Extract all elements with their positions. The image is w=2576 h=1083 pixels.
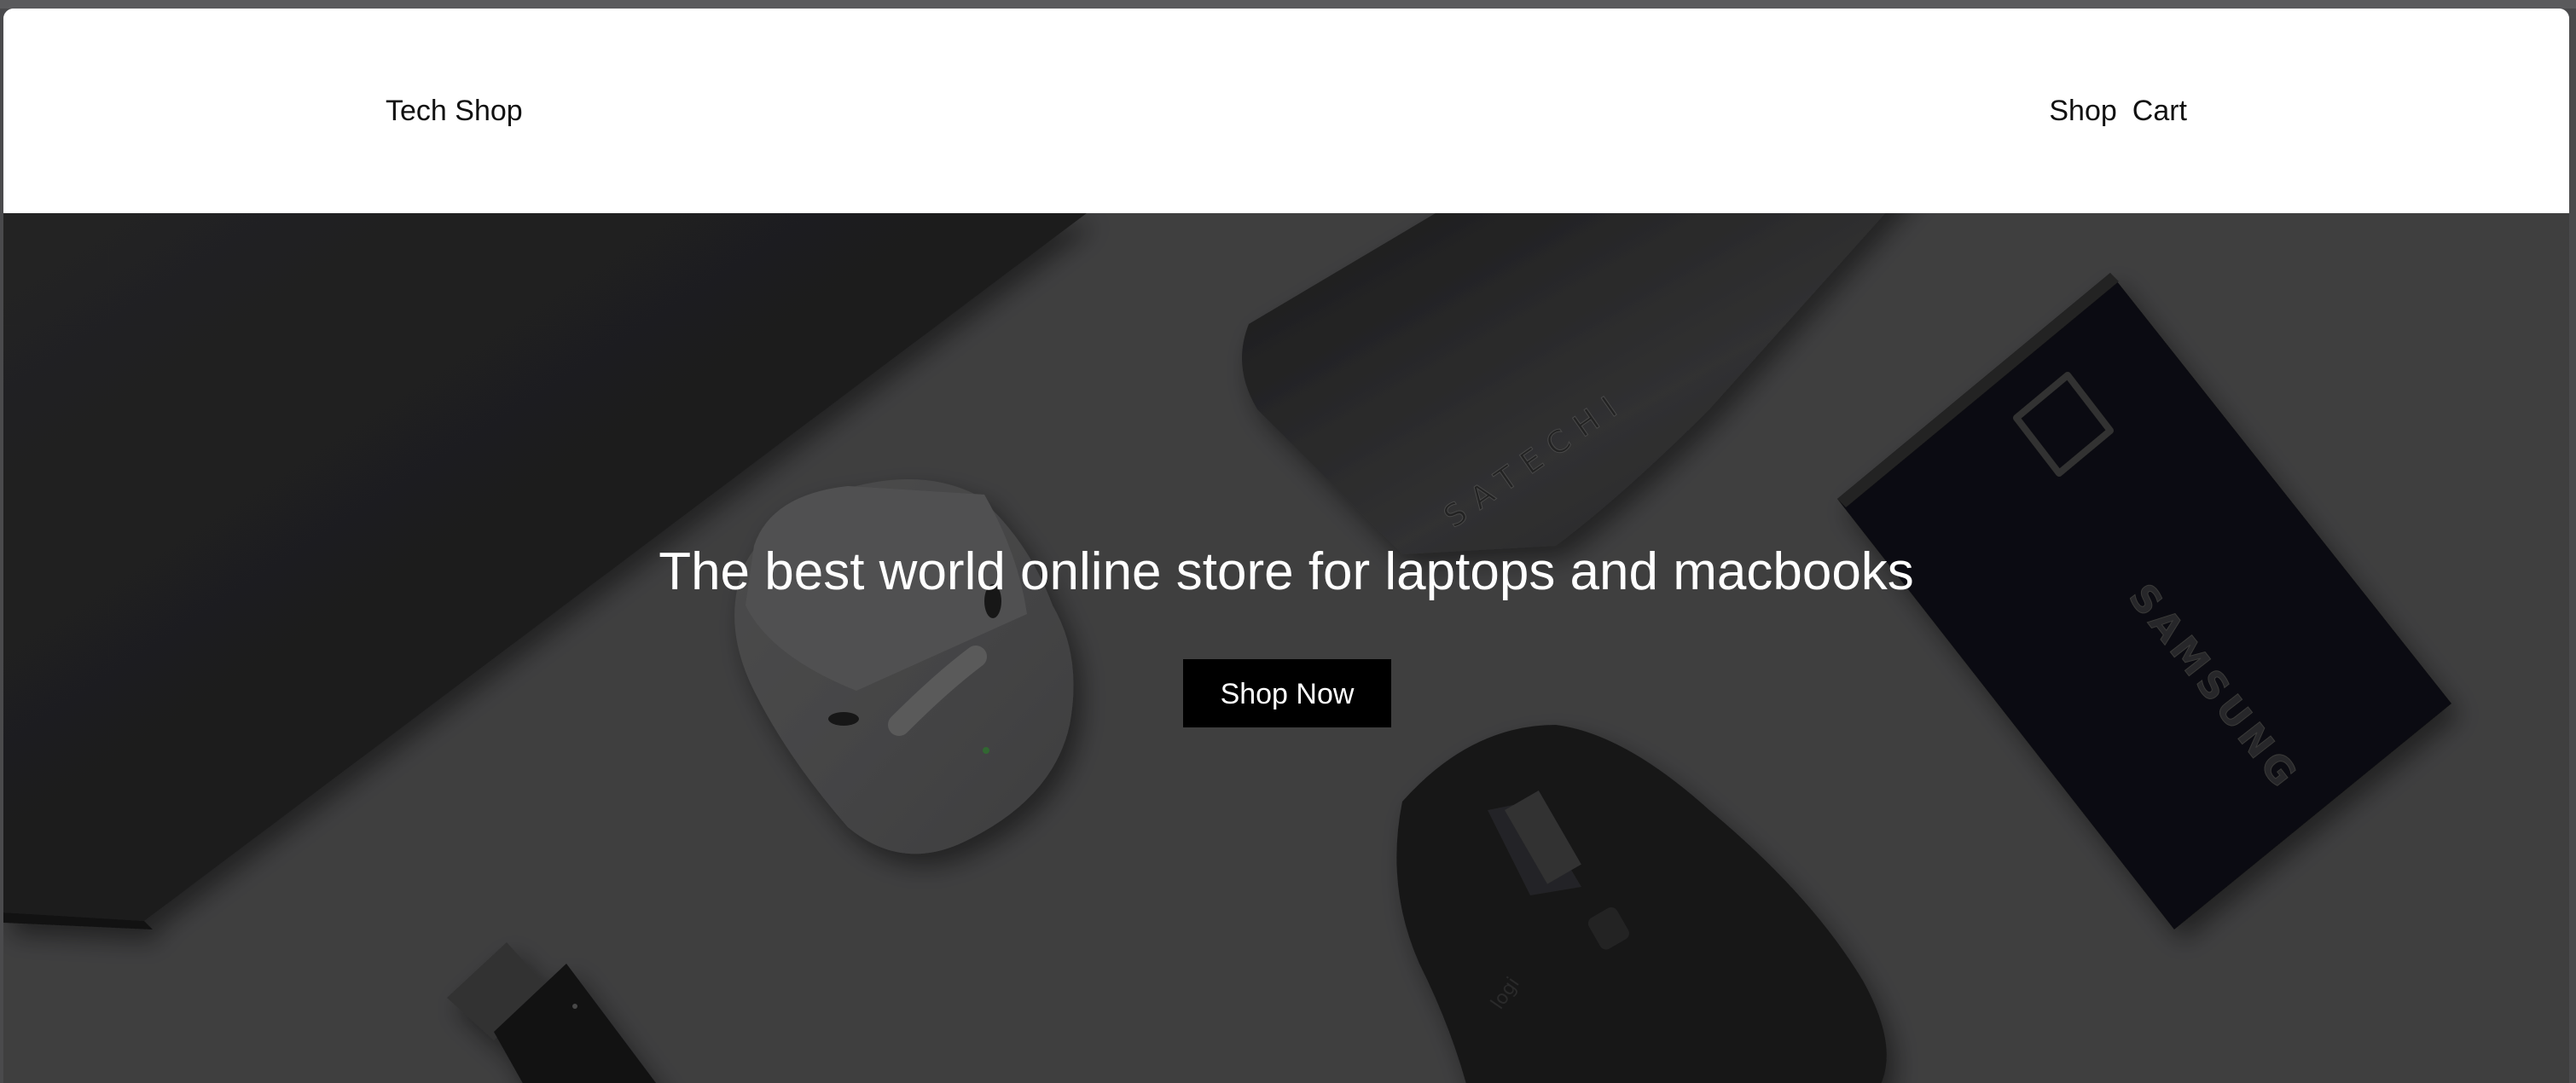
brand-logo-link[interactable]: Tech Shop — [386, 94, 523, 128]
nav-links: Shop Cart — [2049, 94, 2187, 128]
nav-link-shop[interactable]: Shop — [2049, 94, 2116, 128]
page-window: Tech Shop Shop Cart SATECHI SAMSUNG logi… — [3, 9, 2569, 1083]
nav-link-cart[interactable]: Cart — [2132, 94, 2187, 128]
hero-title: The best world online store for laptops … — [659, 542, 1914, 601]
hero-overlay — [3, 213, 2569, 1083]
hero-section: SATECHI SAMSUNG logi The best world onli… — [3, 213, 2569, 1083]
browser-top-strip — [0, 0, 2576, 9]
shop-now-button[interactable]: Shop Now — [1183, 659, 1391, 727]
navbar: Tech Shop Shop Cart — [3, 9, 2569, 213]
